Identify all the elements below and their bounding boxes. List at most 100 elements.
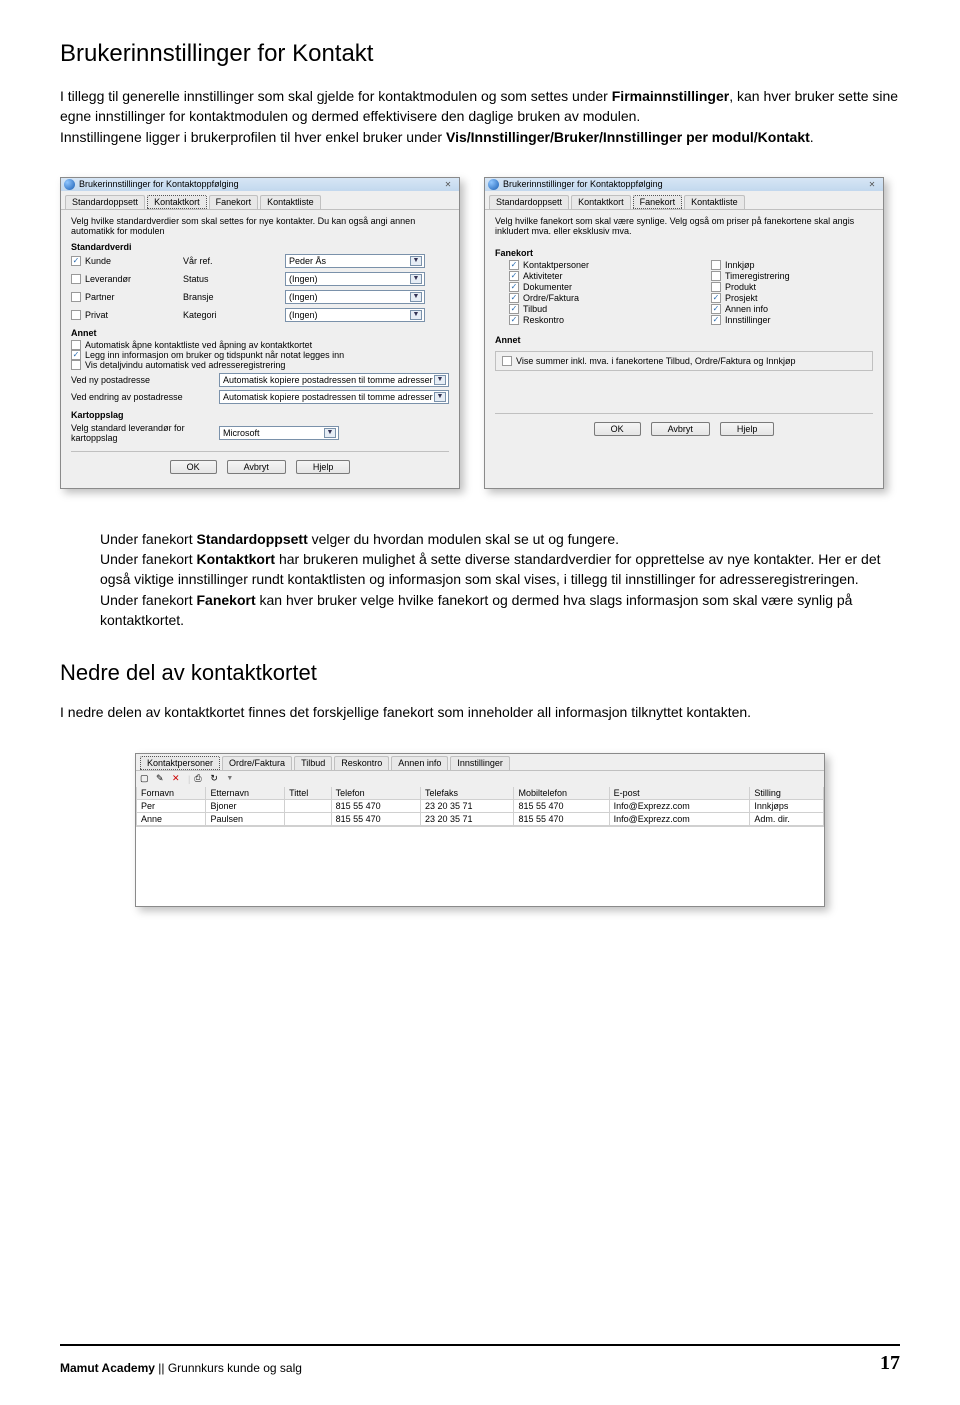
ok-button[interactable]: OK xyxy=(170,460,217,474)
tab-kontaktliste[interactable]: Kontaktliste xyxy=(684,195,745,209)
checkbox-annen-info[interactable]: ✓ xyxy=(711,304,721,314)
menu-path: Vis/Innstillinger/Bruker/Innstillinger p… xyxy=(446,129,810,145)
chevron-down-icon: ▼ xyxy=(410,274,422,284)
chevron-down-icon: ▼ xyxy=(434,392,446,402)
label: Timeregistrering xyxy=(725,271,790,281)
chevron-down-icon[interactable]: ▼ xyxy=(226,775,233,782)
annet-header: Annet xyxy=(495,335,873,345)
cancel-button[interactable]: Avbryt xyxy=(227,460,286,474)
col-header[interactable]: Etternavn xyxy=(206,787,285,800)
fanekort-header: Fanekort xyxy=(495,248,873,258)
t: Fanekort xyxy=(197,592,256,608)
checkbox-kontaktpersoner[interactable]: ✓ xyxy=(509,260,519,270)
table-row[interactable]: PerBjoner815 55 47023 20 35 71815 55 470… xyxy=(137,799,824,812)
edit-icon[interactable]: ✎ xyxy=(156,773,168,785)
checkbox-innstillinger[interactable]: ✓ xyxy=(711,315,721,325)
delete-icon[interactable]: ✕ xyxy=(172,773,184,785)
table-row[interactable]: AnnePaulsen815 55 47023 20 35 71815 55 4… xyxy=(137,812,824,825)
grid-tab[interactable]: Ordre/Faktura xyxy=(222,756,292,770)
chevron-down-icon: ▼ xyxy=(434,375,446,385)
checkbox-dokumenter[interactable]: ✓ xyxy=(509,282,519,292)
dialog-kontaktkort: Brukerinnstillinger for Kontaktoppfølgin… xyxy=(60,177,460,489)
dd-ved-ny[interactable]: Automatisk kopiere postadressen til tomm… xyxy=(219,373,449,387)
annet-header: Annet xyxy=(71,328,449,338)
checkbox-kunde[interactable]: ✓ xyxy=(71,256,81,266)
checkbox-innkj-p[interactable] xyxy=(711,260,721,270)
cell: Info@Exprezz.com xyxy=(609,812,750,825)
tab-kontaktkort[interactable]: Kontaktkort xyxy=(147,195,207,209)
grid-tab[interactable]: Kontaktpersoner xyxy=(140,756,220,770)
close-icon[interactable]: ✕ xyxy=(864,179,880,190)
ok-button[interactable]: OK xyxy=(594,422,641,436)
t: I tillegg til generelle innstillinger so… xyxy=(60,88,612,104)
t: Kontaktkort xyxy=(197,551,276,567)
new-icon[interactable]: ▢ xyxy=(140,773,152,785)
t: Under fanekort xyxy=(100,551,197,567)
grid-tab[interactable]: Annen info xyxy=(391,756,448,770)
checkbox-prosjekt[interactable]: ✓ xyxy=(711,293,721,303)
dd-bransje[interactable]: (Ingen)▼ xyxy=(285,290,425,304)
page-number: 17 xyxy=(880,1352,900,1375)
grid-tab[interactable]: Reskontro xyxy=(334,756,389,770)
dialog-titlebar: Brukerinnstillinger for Kontaktoppfølgin… xyxy=(61,178,459,191)
col-header[interactable]: Tittel xyxy=(285,787,332,800)
dialog-titlebar: Brukerinnstillinger for Kontaktoppfølgin… xyxy=(485,178,883,191)
checkbox-aktiviteter[interactable]: ✓ xyxy=(509,271,519,281)
cell xyxy=(285,799,332,812)
dd-status[interactable]: (Ingen)▼ xyxy=(285,272,425,286)
col-header[interactable]: Telefaks xyxy=(420,787,513,800)
tab-kontaktkort[interactable]: Kontaktkort xyxy=(571,195,631,209)
checkbox-produkt[interactable] xyxy=(711,282,721,292)
dd-kart[interactable]: Microsoft▼ xyxy=(219,426,339,440)
checkbox-ordre-faktura[interactable]: ✓ xyxy=(509,293,519,303)
cell: 23 20 35 71 xyxy=(420,799,513,812)
tab-fanekort[interactable]: Fanekort xyxy=(209,195,259,209)
checkbox-partner[interactable] xyxy=(71,292,81,302)
col-header[interactable]: E-post xyxy=(609,787,750,800)
checkbox-reskontro[interactable]: ✓ xyxy=(509,315,519,325)
dialog-title-text: Brukerinnstillinger for Kontaktoppfølgin… xyxy=(79,179,239,189)
cancel-button[interactable]: Avbryt xyxy=(651,422,710,436)
checkbox-legg-inn[interactable]: ✓ xyxy=(71,350,81,360)
cell: Anne xyxy=(137,812,206,825)
kartoppslag-header: Kartoppslag xyxy=(71,410,449,420)
footer-left-bold: Mamut Academy xyxy=(60,1361,155,1375)
tab-standardoppsett[interactable]: Standardoppsett xyxy=(489,195,569,209)
checkbox-leverandor[interactable] xyxy=(71,274,81,284)
checkbox-auto-open[interactable] xyxy=(71,340,81,350)
col-header[interactable]: Telefon xyxy=(331,787,420,800)
checkbox-vis-detalj[interactable] xyxy=(71,360,81,370)
grid-tab[interactable]: Tilbud xyxy=(294,756,332,770)
help-button[interactable]: Hjelp xyxy=(296,460,351,474)
tab-standardoppsett[interactable]: Standardoppsett xyxy=(65,195,145,209)
print-icon[interactable]: ⎙ xyxy=(194,773,206,785)
label-partner: Partner xyxy=(85,292,115,302)
dd-ved-endring[interactable]: Automatisk kopiere postadressen til tomm… xyxy=(219,390,449,404)
label: Tilbud xyxy=(523,304,547,314)
checkbox-privat[interactable] xyxy=(71,310,81,320)
cell: 815 55 470 xyxy=(514,812,609,825)
tab-kontaktliste[interactable]: Kontaktliste xyxy=(260,195,321,209)
checkbox-vise-summer[interactable] xyxy=(502,356,512,366)
mid-paragraphs: Under fanekort Standardoppsett velger du… xyxy=(100,529,900,630)
checkbox-tilbud[interactable]: ✓ xyxy=(509,304,519,314)
tab-fanekort[interactable]: Fanekort xyxy=(633,195,683,209)
col-header[interactable]: Fornavn xyxy=(137,787,206,800)
help-button[interactable]: Hjelp xyxy=(720,422,775,436)
grid-tab[interactable]: Innstillinger xyxy=(450,756,510,770)
checkbox-timeregistrering[interactable] xyxy=(711,271,721,281)
label-status: Status xyxy=(183,274,273,284)
close-icon[interactable]: ✕ xyxy=(440,179,456,190)
dd-value: (Ingen) xyxy=(289,292,318,302)
col-header[interactable]: Stilling xyxy=(750,787,824,800)
dd-kategori[interactable]: (Ingen)▼ xyxy=(285,308,425,322)
t: . xyxy=(810,129,814,145)
label-ved-ny: Ved ny postadresse xyxy=(71,375,213,385)
refresh-icon[interactable]: ↻ xyxy=(210,773,222,785)
contacts-table: FornavnEtternavnTittelTelefonTelefaksMob… xyxy=(136,787,824,826)
dd-value: Automatisk kopiere postadressen til tomm… xyxy=(223,375,433,385)
dialog-tabs: Standardoppsett Kontaktkort Fanekort Kon… xyxy=(485,191,883,210)
label: Prosjekt xyxy=(725,293,758,303)
dd-varref[interactable]: Peder Ås▼ xyxy=(285,254,425,268)
col-header[interactable]: Mobiltelefon xyxy=(514,787,609,800)
